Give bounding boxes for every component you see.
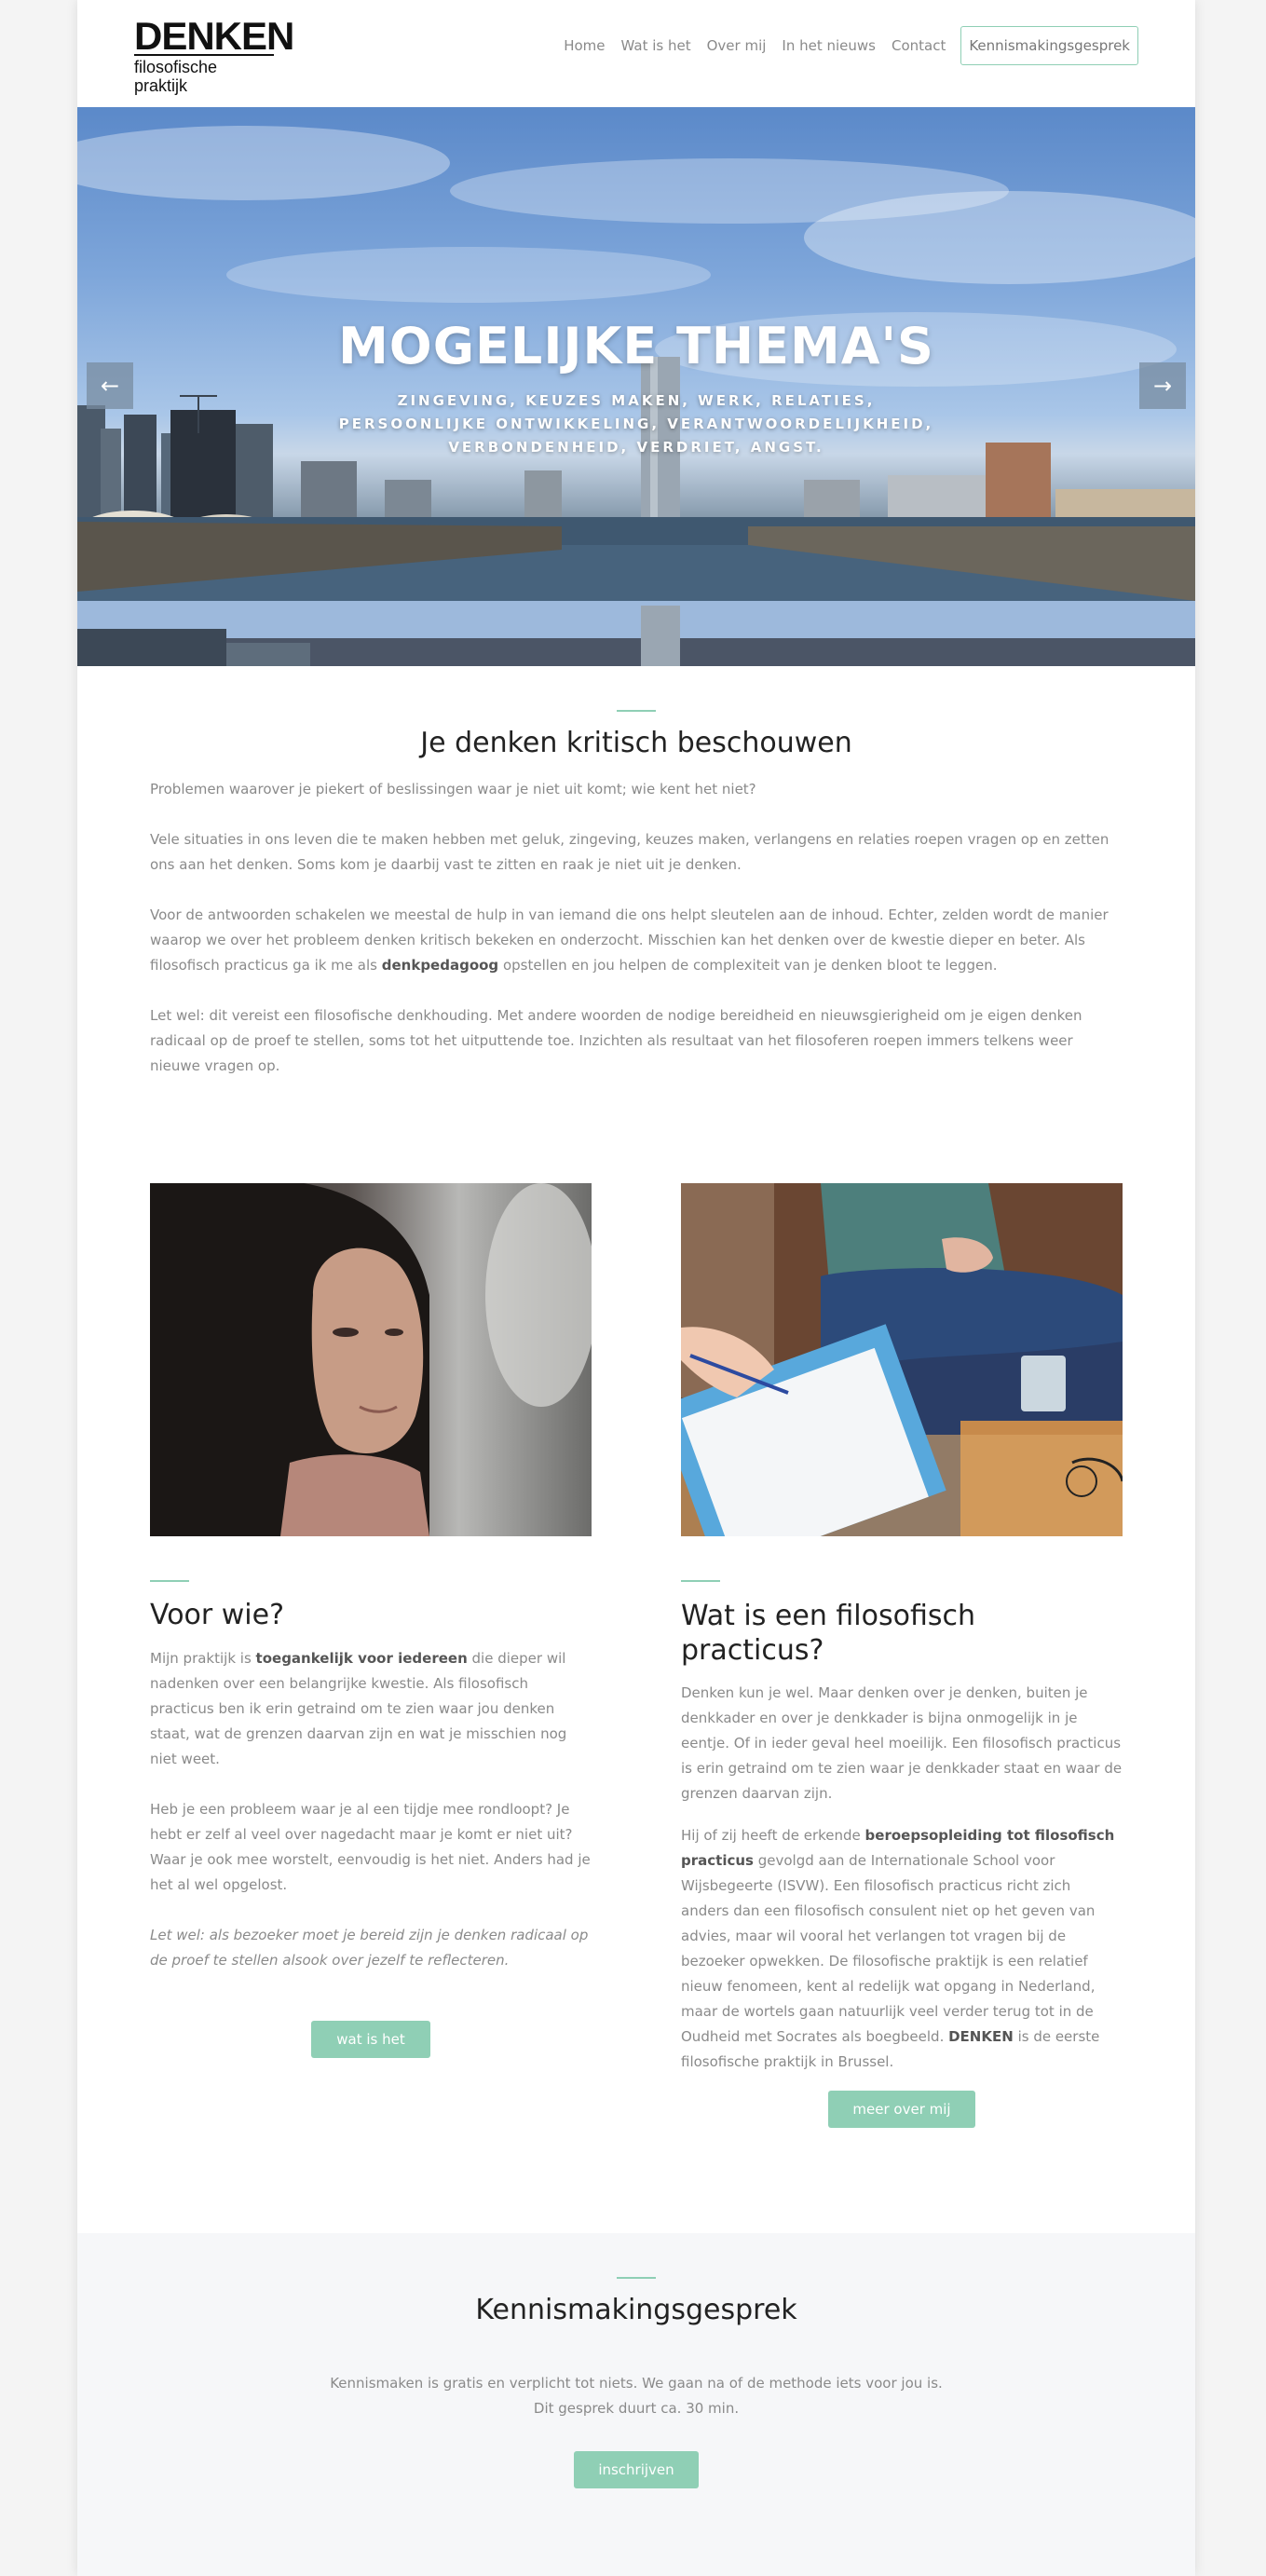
voor-wie-p1-bold: toegankelijk voor iedereen bbox=[255, 1650, 468, 1667]
practicus-paragraph-2: Hij of zij heeft de erkende beroepsoplei… bbox=[681, 1823, 1123, 2075]
practicus-p2-bold2: DENKEN bbox=[948, 2028, 1014, 2045]
arrow-left-icon: ← bbox=[100, 373, 120, 399]
intro-p3-bold: denkpedagoog bbox=[381, 957, 499, 974]
nav-in-het-nieuws[interactable]: In het nieuws bbox=[782, 37, 876, 54]
nav-contact[interactable]: Contact bbox=[892, 37, 946, 54]
kennismaking-section: Kennismakingsgesprek Kennismaken is grat… bbox=[77, 2233, 1195, 2576]
site-header: DENKEN filosofische praktijk Home Wat is… bbox=[77, 0, 1195, 107]
intro-accent-line bbox=[617, 710, 656, 712]
intro-paragraph-3: Voor de antwoorden schakelen we meestal … bbox=[150, 903, 1123, 978]
logo-subtitle: filosofische praktijk bbox=[134, 54, 274, 95]
nav-wat-is-het[interactable]: Wat is het bbox=[621, 37, 691, 54]
arrow-right-icon: → bbox=[1152, 373, 1173, 399]
voor-wie-heading: Voor wie? bbox=[150, 1599, 285, 1631]
intro-paragraph-2: Vele situaties in ons leven die te maken… bbox=[150, 831, 1109, 873]
voor-wie-p1-b: die dieper wil nadenken over een belangr… bbox=[150, 1650, 567, 1767]
cta-accent-line bbox=[617, 2277, 656, 2279]
intro-paragraph-4: Let wel: dit vereist een filosofische de… bbox=[150, 1007, 1082, 1074]
cta-heading: Kennismakingsgesprek bbox=[475, 2294, 797, 2326]
nav-home[interactable]: Home bbox=[564, 37, 605, 54]
hero-city-image bbox=[77, 126, 1195, 666]
cta-line-1: Kennismaken is gratis en verplicht tot n… bbox=[330, 2375, 943, 2392]
voor-wie-paragraph-1: Mijn praktijk is toegankelijk voor ieder… bbox=[150, 1646, 592, 1772]
slider-next-button[interactable]: → bbox=[1139, 362, 1186, 409]
intro-p3-text-b: opstellen en jou helpen de complexiteit … bbox=[498, 957, 998, 974]
logo-title: DENKEN bbox=[134, 14, 294, 58]
hero-slider: MOGELIJKE THEMA'S ZINGEVING, KEUZES MAKE… bbox=[77, 107, 1195, 666]
voor-wie-paragraph-3: Let wel: als bezoeker moet je bereid zij… bbox=[150, 1927, 589, 1969]
practicus-heading: Wat is een filosofisch practicus? bbox=[681, 1600, 975, 1667]
page: DENKEN filosofische praktijk Home Wat is… bbox=[77, 0, 1195, 2576]
practicus-session-image bbox=[681, 1183, 1123, 1536]
woman-thinking-image bbox=[150, 1183, 592, 1536]
meer-over-mij-button[interactable]: meer over mij bbox=[828, 2091, 975, 2128]
intro-paragraph-1: Problemen waarover je piekert of besliss… bbox=[150, 781, 756, 797]
practicus-p2-b: gevolgd aan de Internationale School voo… bbox=[681, 1852, 1096, 2045]
practicus-p2-a: Hij of zij heeft de erkende bbox=[681, 1827, 865, 1844]
voor-wie-paragraph-2: Heb je een probleem waar je al een tijdj… bbox=[150, 1801, 591, 1893]
cta-line-2: Dit gesprek duurt ca. 30 min. bbox=[533, 2400, 740, 2417]
logo[interactable]: DENKEN filosofische praktijk bbox=[134, 14, 294, 95]
inschrijven-button[interactable]: inschrijven bbox=[574, 2451, 699, 2488]
practicus-accent-line bbox=[681, 1580, 720, 1582]
nav-over-mij[interactable]: Over mij bbox=[707, 37, 767, 54]
main-nav: Home Wat is het Over mij In het nieuws C… bbox=[548, 26, 1138, 65]
nav-kennismakingsgesprek-button[interactable]: Kennismakingsgesprek bbox=[960, 26, 1138, 65]
practicus-paragraph-1: Denken kun je wel. Maar denken over je d… bbox=[681, 1684, 1123, 1802]
hero-subtitle: ZINGEVING, KEUZES MAKEN, WERK, RELATIES,… bbox=[338, 392, 934, 456]
intro-heading: Je denken kritisch beschouwen bbox=[420, 727, 852, 759]
hero-title: MOGELIJKE THEMA'S bbox=[338, 317, 934, 375]
voor-wie-accent-line bbox=[150, 1580, 189, 1582]
voor-wie-p1-a: Mijn praktijk is bbox=[150, 1650, 256, 1667]
wat-is-het-button[interactable]: wat is het bbox=[311, 2021, 430, 2058]
slider-prev-button[interactable]: ← bbox=[87, 362, 133, 409]
